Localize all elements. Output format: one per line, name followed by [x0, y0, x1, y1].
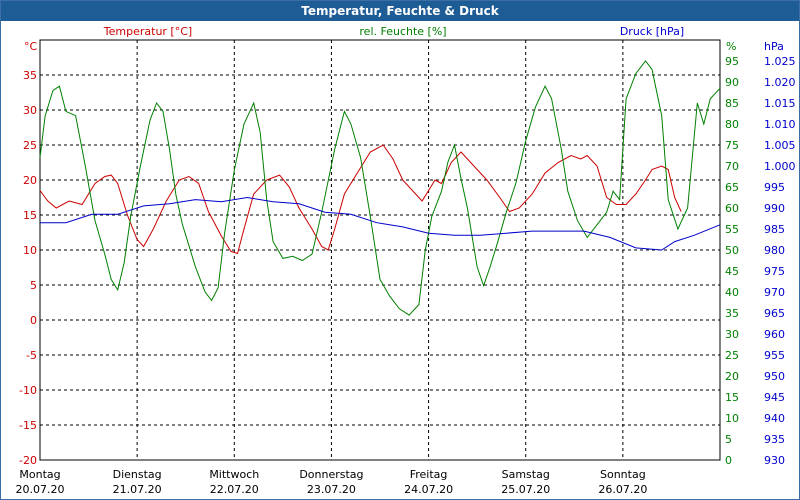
x-date-label: 22.07.20 [210, 483, 259, 496]
mid-tick-label: 70 [725, 160, 739, 173]
x-day-label: Mittwoch [209, 468, 259, 481]
mid-tick-label: 20 [725, 370, 739, 383]
x-date-label: 26.07.20 [598, 483, 647, 496]
right-tick-label: 1.020 [764, 76, 796, 89]
x-day-label: Donnerstag [299, 468, 363, 481]
right-tick-label: 1.015 [764, 97, 796, 110]
left-tick-label: 25 [23, 139, 37, 152]
mid-tick-label: 80 [725, 118, 739, 131]
mid-tick-label: 15 [725, 391, 739, 404]
left-tick-label: 5 [30, 279, 37, 292]
mid-tick-label: 85 [725, 97, 739, 110]
right-tick-label: 980 [764, 244, 785, 257]
legend-humidity: rel. Feuchte [%] [359, 25, 446, 38]
axis-units: °C % hPa [24, 40, 784, 53]
axis-ticks: -20 -15 -10 -5 0 5 10 15 20 25 30 35 0 5 10 15 20 25 30 35 4… [19, 55, 795, 467]
left-tick-label: -20 [19, 454, 37, 467]
left-tick-label: 0 [30, 314, 37, 327]
x-day-label: Montag [19, 468, 60, 481]
x-day-label: Samstag [502, 468, 550, 481]
right-tick-label: 945 [764, 391, 785, 404]
right-axis-unit: hPa [764, 40, 784, 53]
mid-tick-label: 10 [725, 412, 739, 425]
right-tick-label: 970 [764, 286, 785, 299]
left-axis-unit: °C [24, 40, 38, 53]
left-tick-label: -15 [19, 419, 37, 432]
mid-tick-label: 30 [725, 328, 739, 341]
right-tick-label: 975 [764, 265, 785, 278]
x-date-label: 23.07.20 [307, 483, 356, 496]
mid-tick-label: 0 [725, 454, 732, 467]
right-tick-label: 1.010 [764, 118, 796, 131]
mid-tick-label: 90 [725, 76, 739, 89]
right-tick-label: 960 [764, 328, 785, 341]
left-tick-label: 35 [23, 69, 37, 82]
left-tick-label: 20 [23, 174, 37, 187]
left-tick-label: -10 [19, 384, 37, 397]
left-tick-label: 15 [23, 209, 37, 222]
chart-canvas: -20 -15 -10 -5 0 5 10 15 20 25 30 35 0 5 10 15 20 25 30 35 4… [16, 25, 796, 496]
mid-tick-label: 95 [725, 55, 739, 68]
mid-tick-label: 35 [725, 307, 739, 320]
right-tick-label: 1.005 [764, 139, 796, 152]
right-tick-label: 950 [764, 370, 785, 383]
right-tick-label: 1.000 [764, 160, 796, 173]
mid-tick-label: 5 [725, 433, 732, 446]
legend-temperature: Temperatur [°C] [103, 25, 192, 38]
mid-tick-label: 25 [725, 349, 739, 362]
left-tick-label: 10 [23, 244, 37, 257]
x-date-label: 24.07.20 [404, 483, 453, 496]
mid-axis-unit: % [726, 40, 736, 53]
mid-tick-label: 55 [725, 223, 739, 236]
mid-tick-label: 45 [725, 265, 739, 278]
x-date-label: 25.07.20 [501, 483, 550, 496]
mid-tick-label: 75 [725, 139, 739, 152]
mid-tick-label: 65 [725, 181, 739, 194]
right-tick-label: 940 [764, 412, 785, 425]
right-tick-label: 935 [764, 433, 785, 446]
right-tick-label: 985 [764, 223, 785, 236]
legend-pressure: Druck [hPa] [620, 25, 684, 38]
legend: Temperatur [°C] rel. Feuchte [%] Druck [… [103, 25, 684, 38]
series-lines [39, 60, 721, 316]
left-tick-label: -5 [26, 349, 37, 362]
right-tick-label: 1.025 [764, 55, 796, 68]
mid-tick-label: 60 [725, 202, 739, 215]
x-date-label: 21.07.20 [113, 483, 162, 496]
x-day-label: Sonntag [600, 468, 646, 481]
x-axis-labels: Montag 20.07.20 Dienstag 21.07.20 Mittwoch 22… [16, 468, 648, 496]
right-tick-label: 990 [764, 202, 785, 215]
grid [39, 39, 721, 461]
x-day-label: Freitag [410, 468, 448, 481]
right-tick-label: 995 [764, 181, 785, 194]
right-tick-label: 965 [764, 307, 785, 320]
series-temperature-line [39, 144, 682, 255]
x-day-label: Dienstag [113, 468, 162, 481]
mid-tick-label: 40 [725, 286, 739, 299]
series-humidity-line [39, 60, 721, 316]
right-tick-label: 955 [764, 349, 785, 362]
mid-tick-label: 50 [725, 244, 739, 257]
x-date-label: 20.07.20 [16, 483, 65, 496]
right-tick-label: 930 [764, 454, 785, 467]
series-pressure-line [40, 196, 721, 251]
left-tick-label: 30 [23, 104, 37, 117]
